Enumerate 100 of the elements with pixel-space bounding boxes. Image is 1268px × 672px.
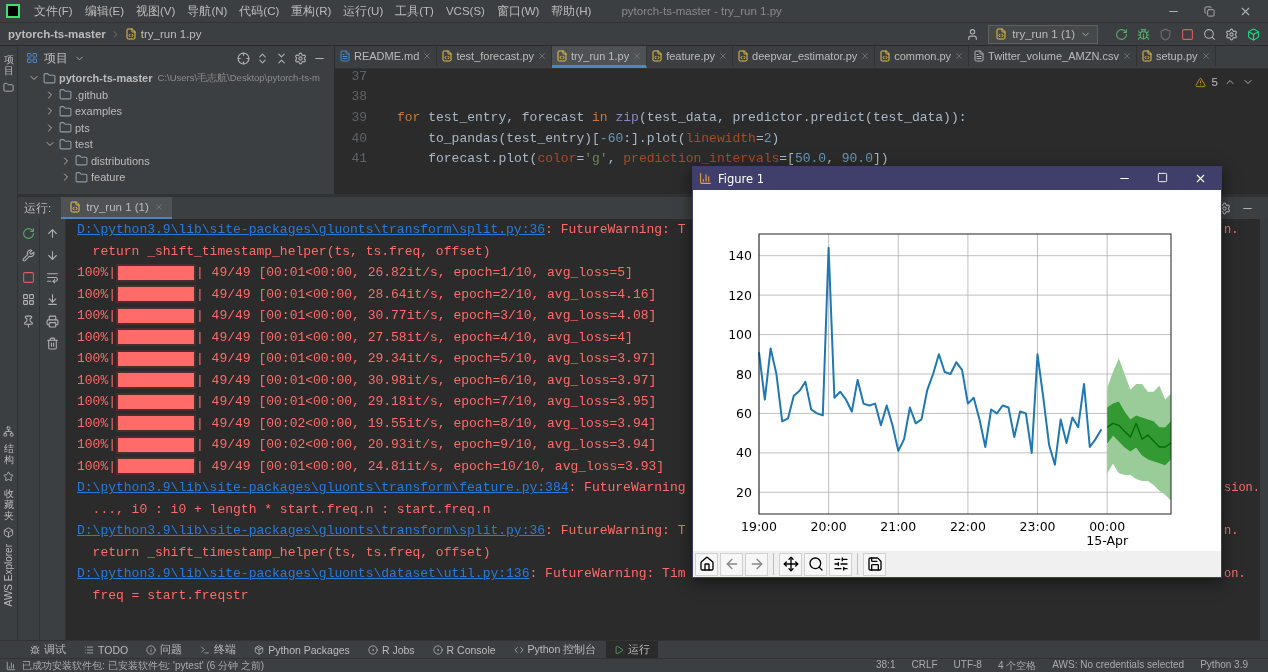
- console-text: sion.: [1224, 480, 1260, 495]
- line-number: 39: [350, 110, 367, 125]
- line-number: 40: [350, 130, 367, 146]
- console-text: on.: [1224, 566, 1247, 581]
- tool-window-button[interactable]: R Jobs: [359, 641, 423, 658]
- console-text: : FutureWarning: [568, 480, 686, 496]
- tool-window-tab[interactable]: 项目: [3, 54, 14, 76]
- status-item[interactable]: 38:1: [876, 658, 896, 672]
- tick-label: 21:00: [880, 519, 917, 534]
- status-item[interactable]: UTF-8: [953, 658, 982, 672]
- status-message: 已成功安装软件包: 已安装软件包: 'pytest' (6 分钟 之前): [22, 658, 265, 672]
- warning-count[interactable]: 5: [1211, 76, 1218, 88]
- console-text: n.: [1224, 523, 1240, 538]
- folder-name[interactable]: examples: [75, 105, 123, 118]
- tick-label: 60: [736, 405, 752, 421]
- line-number: 41: [350, 151, 367, 167]
- editor-tab[interactable]: try_run 1.py: [552, 46, 648, 68]
- folder-name[interactable]: pts: [75, 121, 90, 134]
- tool-window-button[interactable]: Python 控制台: [505, 641, 605, 658]
- file-link[interactable]: D:\python3.9\lib\site-packages\gluonts\transform\split.py:36: [77, 523, 546, 539]
- tool-window-button[interactable]: 终端: [192, 641, 245, 658]
- menu-item[interactable]: 帮助(H): [545, 3, 598, 19]
- console-text: | 49/49 [00:02<00:00, 20.93it/s, epoch=9/10, avg_loss=3.94]: [196, 437, 657, 453]
- file-link[interactable]: D:\python3.9\lib\site-packages\gluonts\transform\split.py:36: [77, 222, 546, 238]
- console-text: 100%|: [77, 458, 116, 474]
- console-text: 100%|: [77, 351, 116, 367]
- menu-item[interactable]: 窗口(W): [490, 3, 546, 19]
- console-text: | 49/49 [00:01<00:00, 29.18it/s, epoch=7/10, avg_loss=3.95]: [196, 394, 657, 410]
- console-text: | 49/49 [00:01<00:00, 27.58it/s, epoch=4/10, avg_loss=4]: [196, 329, 633, 345]
- panel-title[interactable]: 项目: [44, 50, 68, 66]
- menu-item[interactable]: 运行(U): [337, 3, 390, 19]
- console-text: 100%|: [77, 286, 116, 302]
- console-text: freq = start.freqstr: [91, 587, 249, 603]
- tool-window-button[interactable]: 运行: [606, 641, 659, 658]
- tool-window-tab[interactable]: 收藏夹: [3, 487, 14, 521]
- menu-item[interactable]: 视图(V): [130, 3, 182, 19]
- status-item[interactable]: CRLF: [911, 658, 938, 672]
- line-number: 38: [350, 89, 367, 105]
- menu-item[interactable]: 工具(T): [389, 3, 440, 19]
- folder-name[interactable]: pytorch-ts-master: [59, 72, 153, 85]
- console-text: | 49/49 [00:01<00:00, 30.98it/s, epoch=6/10, avg_loss=3.97]: [196, 372, 657, 388]
- tool-window-button[interactable]: TODO: [76, 641, 137, 658]
- tick-label: 22:00: [949, 519, 986, 534]
- console-text: | 49/49 [00:01<00:00, 28.64it/s, epoch=2/10, avg_loss=4.16]: [196, 286, 657, 302]
- tool-window-button[interactable]: Python Packages: [246, 641, 358, 658]
- panel-title: 运行:: [24, 200, 52, 216]
- tool-window-button[interactable]: R Console: [424, 641, 504, 658]
- console-text: 100%|: [77, 372, 116, 388]
- tick-label: 100: [728, 327, 752, 343]
- status-item[interactable]: 4 个空格: [997, 658, 1037, 672]
- menu-item[interactable]: 代码(C): [233, 3, 286, 19]
- folder-name[interactable]: distributions: [91, 154, 150, 167]
- console-text: | 49/49 [00:01<00:00, 30.77it/s, epoch=3/10, avg_loss=4.08]: [196, 308, 657, 324]
- folder-name[interactable]: .github: [75, 88, 109, 101]
- console-text: : FutureWarning: Tim: [529, 566, 686, 582]
- console-text: 100%|: [77, 265, 116, 281]
- tick-label: 23:00: [1019, 519, 1056, 534]
- breadcrumb-item[interactable]: try_run 1.py: [140, 28, 202, 40]
- console-text: 100%|: [77, 308, 116, 324]
- tick-label: 140: [728, 248, 752, 264]
- menu-item[interactable]: VCS(S): [439, 5, 491, 17]
- folder-name[interactable]: test: [75, 138, 93, 151]
- tick-label: 40: [736, 445, 752, 461]
- file-link[interactable]: D:\python3.9\lib\site-packages\gluonts\transform\feature.py:384: [77, 480, 569, 496]
- status-item[interactable]: Python 3.9: [1200, 658, 1248, 672]
- console-text: : FutureWarning: T: [545, 222, 686, 238]
- file-link[interactable]: D:\python3.9\lib\site-packages\gluonts\dataset\util.py:136: [77, 566, 530, 582]
- menu-item[interactable]: 文件(F): [28, 3, 79, 19]
- tick-label: 120: [728, 287, 752, 303]
- console-text: 100%|: [77, 415, 116, 431]
- console-text: | 49/49 [00:01<00:00, 26.82it/s, epoch=1/10, avg_loss=5]: [196, 265, 633, 281]
- status-item[interactable]: AWS: No credentials selected: [1052, 658, 1185, 672]
- run-config-select[interactable]: try_run 1 (1): [988, 24, 1098, 44]
- tick-label: 80: [736, 366, 752, 382]
- tool-window-tab[interactable]: 结构: [3, 442, 14, 465]
- menu-item[interactable]: 导航(N): [181, 3, 234, 19]
- console-text: return _shift_timestamp_helper(ts, ts.freq, offset): [91, 243, 491, 259]
- breadcrumb-item[interactable]: pytorch-ts-master: [8, 28, 106, 40]
- console-text: : FutureWarning: T: [545, 523, 686, 539]
- folder-name[interactable]: feature: [91, 171, 126, 184]
- tick-label: 20:00: [810, 519, 847, 534]
- folder-path: C:\Users\毛志航\Desktop\pytorch-ts-m: [157, 71, 321, 85]
- console-text: 100%|: [77, 437, 116, 453]
- console-text: | 49/49 [00:02<00:00, 19.55it/s, epoch=8/10, avg_loss=3.94]: [196, 415, 657, 431]
- menu-item[interactable]: 重构(R): [285, 3, 338, 19]
- tool-window-button[interactable]: 问题: [138, 641, 191, 658]
- console-text: | 49/49 [00:01<00:00, 24.81it/s, epoch=10/10, avg_loss=3.93]: [196, 458, 665, 474]
- run-tab[interactable]: try_run 1 (1): [61, 197, 172, 219]
- window-title: Figure 1: [718, 171, 765, 186]
- console-text: | 49/49 [00:01<00:00, 29.34it/s, epoch=5/10, avg_loss=3.97]: [196, 351, 657, 367]
- console-text: 100%|: [77, 394, 116, 410]
- tool-window-button[interactable]: 调试: [22, 641, 74, 658]
- code-line: forecast.plot(color='g', prediction_intervals=[50.0, 90.0]): [427, 151, 889, 167]
- console-text: n.: [1224, 222, 1240, 237]
- tool-window-tab[interactable]: AWS Explorer: [3, 543, 14, 606]
- window-title: pytorch-ts-master - try_run 1.py: [621, 5, 782, 17]
- console-text: 100%|: [77, 329, 116, 345]
- menu-item[interactable]: 编辑(E): [78, 3, 131, 19]
- tick-label: 19:00: [741, 519, 777, 534]
- line-number: 37: [350, 68, 367, 84]
